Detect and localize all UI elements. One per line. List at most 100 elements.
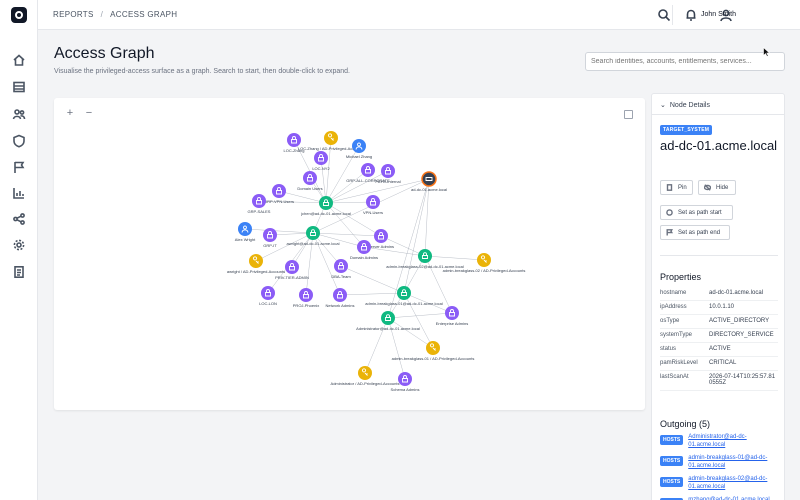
graph-node-group[interactable]: Network Admins (326, 288, 355, 308)
graph-node-group[interactable]: LOC-LON (259, 286, 277, 306)
graph-node-label: admin-breakglass-02 / AD-Privileged-Acco… (443, 268, 526, 273)
outgoing-title: Outgoing (5) (660, 419, 711, 429)
graph-node-label: ad-dc-01.acme.local (411, 187, 447, 192)
outgoing-target-link[interactable]: mzhang@ad-dc-01.acme.local (688, 496, 769, 500)
breadcrumb-current: ACCESS GRAPH (110, 10, 178, 19)
outgoing-target-link[interactable]: Administrator@ad-dc-01.acme.local (688, 433, 782, 449)
users-icon[interactable] (12, 107, 26, 121)
document-icon[interactable] (12, 265, 26, 279)
zoom-in-button[interactable]: + (64, 107, 76, 119)
flag-icon[interactable] (12, 160, 26, 174)
graph-node-label: GRP-IT (263, 243, 277, 248)
outgoing-item: HOSTSmzhang@ad-dc-01.acme.local (660, 496, 782, 500)
fit-view-icon[interactable] (624, 110, 633, 119)
graph-search-input[interactable] (585, 52, 785, 71)
topbar-divider (672, 5, 673, 25)
graph-node-host[interactable]: awright@ad-dc-01.acme.local (287, 226, 340, 246)
property-value: 2026-07-14T10:25:57.810555Z (709, 374, 776, 386)
graph-node-group[interactable]: PROJ-Phoenix (293, 288, 319, 308)
relation-badge: HOSTS (660, 435, 684, 445)
graph-edge (325, 201, 374, 204)
graph-node-group[interactable]: VPN-Users (363, 195, 383, 215)
graph-node-group[interactable]: GRP-VPN-Users (264, 184, 294, 204)
graph-node-host[interactable]: admin-breakglass-01@ad-dc-01.acme.local (365, 286, 443, 306)
outgoing-item: HOSTS admin-breakglass-01@ad-dc-01.acme.l… (660, 454, 782, 470)
node-details-title: Node Details (669, 102, 710, 109)
graph-node-group[interactable]: GRP-IT (263, 228, 277, 248)
graph-node-key[interactable]: admin-breakglass-02 / AD-Privileged-Acco… (443, 253, 526, 273)
graph-node-label: Administrator@ad-dc-01.acme.local (356, 326, 420, 331)
breadcrumb: REPORTS / ACCESS GRAPH (53, 10, 177, 19)
graph-node-group[interactable]: Domain Admins (350, 240, 378, 260)
set-path-start-button[interactable]: Set as path start (660, 205, 733, 220)
graph-node-group[interactable]: Enterprise Admins (436, 306, 468, 326)
breadcrumb-reports[interactable]: REPORTS (53, 10, 94, 19)
graph-canvas[interactable]: LOC-Zhang / AD-Privileged-Accounts LOC-Zh… (54, 98, 645, 410)
graph-node-group[interactable]: GRP-SALES (248, 194, 271, 214)
share-icon[interactable] (12, 212, 26, 226)
shield-icon[interactable] (12, 134, 26, 148)
graph-node-key[interactable]: admin-breakglass-01 / AD-Privileged-Acco… (392, 341, 475, 361)
property-key: ipAddress (660, 304, 687, 310)
bell-icon[interactable] (684, 8, 698, 22)
property-value: ACTIVE (709, 346, 731, 352)
graph-node-label: DBA-Team (331, 274, 351, 279)
chart-icon[interactable] (12, 186, 26, 200)
outgoing-item: HOSTS Administrator@ad-dc-01.acme.local (660, 433, 782, 449)
property-row: hostname ad-dc-01.acme.local (660, 287, 778, 301)
page-title: Access Graph (54, 45, 155, 62)
graph-node-group[interactable]: PAYG-Internal (375, 164, 401, 184)
home-icon[interactable] (12, 53, 26, 67)
graph-edge (403, 178, 430, 294)
graph-node-key[interactable]: Administrator / AD-Privileged-Accounts (331, 366, 400, 386)
graph-node-label: Domain Admins (350, 255, 378, 260)
graph-node-group[interactable]: LOC-NY2 (312, 151, 330, 171)
set-path-end-button[interactable]: Set as path end (660, 225, 730, 240)
graph-edge (339, 292, 405, 296)
graph-node-group[interactable]: LOC-Zhang (284, 133, 305, 153)
graph-node-label: jchen@ad-dc-01.acme.local (300, 211, 351, 216)
graph-edge (340, 265, 405, 294)
property-key: osType (660, 318, 680, 324)
graph-node-host[interactable]: Administrator@ad-dc-01.acme.local (356, 311, 420, 331)
divider (660, 255, 778, 256)
graph-node-group[interactable]: Server Admins (368, 229, 394, 249)
graph-node-label: awright / AD-Privileged-Accounts (227, 269, 285, 274)
graph-node-key[interactable]: awright / AD-Privileged-Accounts (227, 254, 285, 274)
zoom-out-button[interactable]: − (83, 107, 95, 119)
graph-node-label: PROJ-Phoenix (293, 303, 319, 308)
page-subtitle: Visualise the privileged-access surface … (54, 68, 350, 75)
access-graph[interactable]: LOC-Zhang / AD-Privileged-AccountsLOC-Zh… (54, 98, 645, 410)
user-name[interactable]: John Smith (701, 11, 736, 18)
pin-icon (666, 184, 673, 191)
relation-badge: HOSTS (660, 456, 684, 466)
gear-icon[interactable] (12, 238, 26, 252)
node-details-header[interactable]: ⌄ Node Details (652, 94, 784, 115)
graph-node-label: admin-breakglass-01@ad-dc-01.acme.local (365, 301, 443, 306)
breadcrumb-separator: / (100, 10, 104, 19)
property-row: pamRiskLevel CRITICAL (660, 357, 778, 371)
graph-node-user[interactable]: Alex Wright (235, 222, 256, 242)
properties-title: Properties (660, 272, 702, 282)
app-logo[interactable] (11, 7, 27, 23)
graph-node-label: PRIV-TIER-ADMIN (275, 275, 309, 280)
graph-node-label: LOC-NY2 (312, 166, 330, 171)
outgoing-target-link[interactable]: admin-breakglass-01@ad-dc-01.acme.local (688, 454, 782, 470)
property-key: hostname (660, 290, 687, 296)
outgoing-list: HOSTS Administrator@ad-dc-01.acme.local HO… (660, 433, 782, 500)
graph-node-label: Enterprise Admins (436, 321, 468, 326)
search-icon[interactable] (657, 8, 671, 22)
property-value: CRITICAL (709, 360, 737, 366)
list-icon[interactable] (12, 80, 26, 94)
pin-button[interactable]: Pin (660, 180, 693, 195)
property-value: ad-dc-01.acme.local (709, 290, 764, 296)
left-nav-rail (0, 0, 38, 500)
node-type-badge: TARGET_SYSTEM (660, 125, 713, 135)
property-row: status ACTIVE (660, 343, 778, 357)
graph-node-label: Administrator / AD-Privileged-Accounts (331, 381, 400, 386)
hide-button[interactable]: Hide (698, 180, 736, 195)
graph-edge (244, 228, 314, 234)
graph-node-group[interactable]: Domain Users (297, 171, 323, 191)
graph-node-label: Schema Admins (391, 387, 420, 392)
outgoing-target-link[interactable]: admin-breakglass-02@ad-dc-01.acme.local (688, 475, 782, 491)
